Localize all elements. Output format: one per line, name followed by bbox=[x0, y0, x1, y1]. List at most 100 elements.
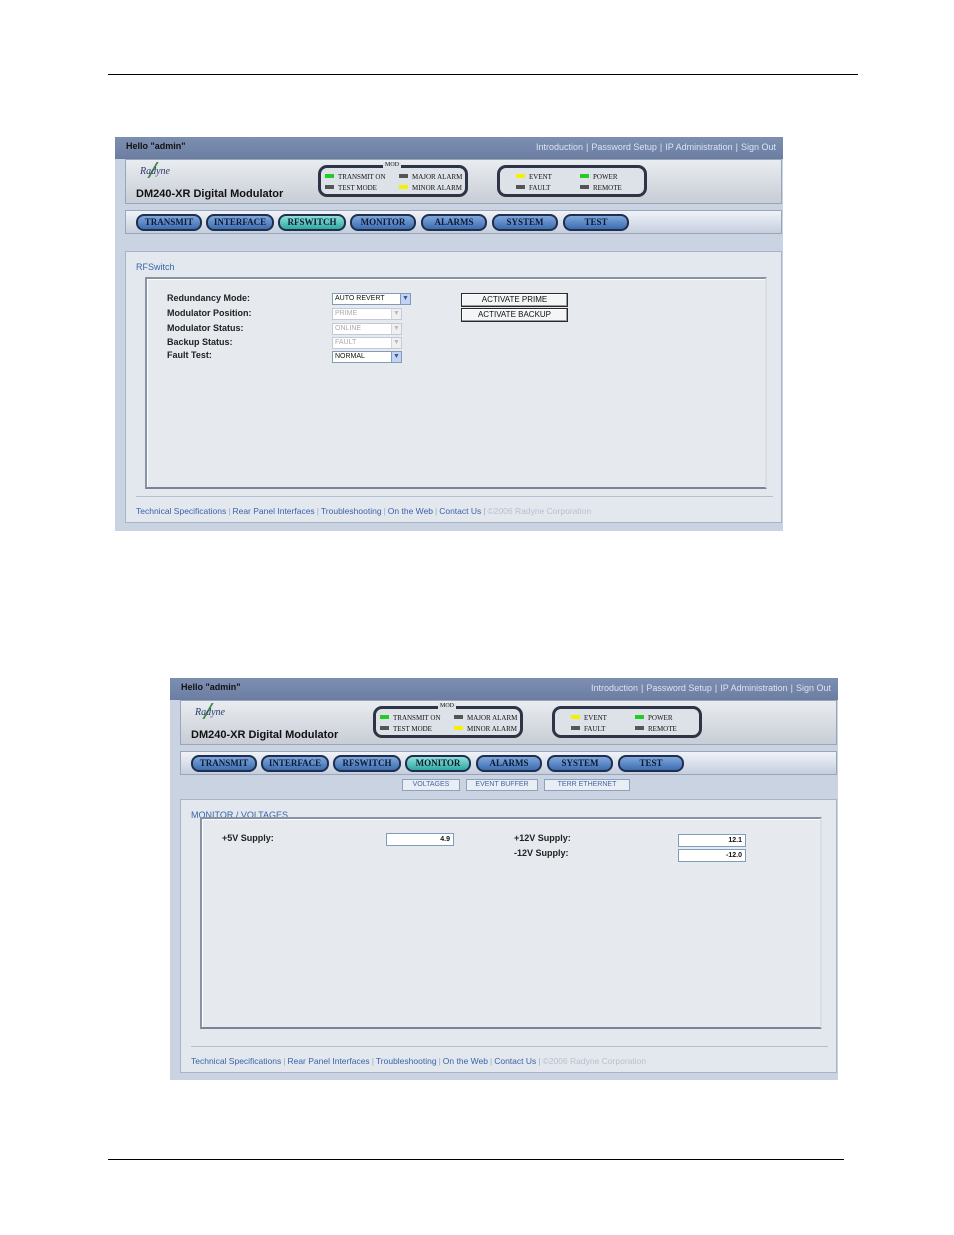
greeting-bar: Hello "admin" Introduction | Password Setu… bbox=[115, 137, 783, 159]
footer-link-troubleshooting[interactable]: Troubleshooting bbox=[376, 1056, 437, 1066]
device-header: Radyne DM240-XR Digital Modulator MOD TR… bbox=[180, 700, 837, 745]
rfswitch-panel: Redundancy Mode: Modulator Position: Mod… bbox=[145, 277, 767, 489]
tab-test[interactable]: TEST bbox=[563, 214, 629, 231]
tab-transmit[interactable]: TRANSMIT bbox=[136, 214, 202, 231]
event-status-panel: EVENT FAULT POWER REMOTE bbox=[497, 165, 647, 197]
link-sign-out[interactable]: Sign Out bbox=[796, 683, 831, 693]
led-fault: FAULT bbox=[571, 725, 605, 733]
tab-monitor[interactable]: MONITOR bbox=[350, 214, 416, 231]
copyright: ©2006 Radyne Corporation bbox=[542, 1056, 647, 1066]
main-nav: TRANSMIT INTERFACE RFSWITCH MONITOR ALAR… bbox=[125, 210, 782, 234]
led-minor-alarm: MINOR ALARM bbox=[399, 184, 462, 192]
monitor-subtabs: VOLTAGES EVENT BUFFER TERR ETHERNET bbox=[170, 779, 838, 791]
tab-monitor[interactable]: MONITOR bbox=[405, 755, 471, 772]
tab-test[interactable]: TEST bbox=[618, 755, 684, 772]
led-event: EVENT bbox=[516, 173, 552, 181]
page-bottom-rule bbox=[108, 1159, 844, 1160]
top-links: Introduction | Password Setup | IP Administr… bbox=[535, 142, 776, 152]
tab-interface[interactable]: INTERFACE bbox=[261, 755, 329, 772]
rfswitch-screenshot: Hello "admin" Introduction | Password Setu… bbox=[115, 137, 783, 531]
breadcrumb: RFSwitch bbox=[136, 262, 175, 272]
link-sign-out[interactable]: Sign Out bbox=[741, 142, 776, 152]
link-password-setup[interactable]: Password Setup bbox=[646, 683, 712, 693]
led-test-mode: TEST MODE bbox=[325, 184, 377, 192]
link-ip-administration[interactable]: IP Administration bbox=[665, 142, 732, 152]
product-name: DM240-XR Digital Modulator bbox=[191, 729, 339, 741]
footer-link-rear-panel-interfaces[interactable]: Rear Panel Interfaces bbox=[232, 506, 314, 516]
footer-link-technical-specifications[interactable]: Technical Specifications bbox=[191, 1056, 281, 1066]
event-status-panel: EVENT FAULT POWER REMOTE bbox=[552, 706, 702, 738]
voltages-panel: +5V Supply: 4.9 +12V Supply: 12.1 -12V S… bbox=[200, 817, 822, 1029]
device-header: Radyne DM240-XR Digital Modulator MOD TR… bbox=[125, 159, 782, 204]
mod-status-panel: MOD TRANSMIT ON TEST MODE MAJOR ALARM MI… bbox=[373, 703, 523, 738]
tab-interface[interactable]: INTERFACE bbox=[206, 214, 274, 231]
footer-link-rear-panel-interfaces[interactable]: Rear Panel Interfaces bbox=[287, 1056, 369, 1066]
backup-status-label: Backup Status: bbox=[167, 337, 233, 347]
content-area: RFSwitch Redundancy Mode: Modulator Posi… bbox=[125, 251, 782, 523]
copyright: ©2006 Radyne Corporation bbox=[487, 506, 592, 516]
led-event: EVENT bbox=[571, 714, 607, 722]
footer-link-technical-specifications[interactable]: Technical Specifications bbox=[136, 506, 226, 516]
link-introduction[interactable]: Introduction bbox=[591, 683, 638, 693]
led-power: POWER bbox=[580, 173, 618, 181]
modulator-position-label: Modulator Position: bbox=[167, 308, 252, 318]
subtab-terr-ethernet[interactable]: TERR ETHERNET bbox=[544, 779, 630, 791]
product-name: DM240-XR Digital Modulator bbox=[136, 188, 284, 200]
top-links: Introduction | Password Setup | IP Administr… bbox=[590, 683, 831, 693]
chevron-down-icon: ▼ bbox=[391, 338, 401, 348]
chevron-down-icon: ▼ bbox=[400, 294, 410, 304]
link-ip-administration[interactable]: IP Administration bbox=[720, 683, 787, 693]
modulator-position-select: PRIME ▼ bbox=[332, 308, 402, 320]
page-top-rule bbox=[108, 74, 858, 75]
footer-link-on-the-web[interactable]: On the Web bbox=[443, 1056, 488, 1066]
footer-divider bbox=[136, 496, 773, 497]
footer-divider bbox=[191, 1046, 828, 1047]
footer-link-contact-us[interactable]: Contact Us bbox=[439, 506, 481, 516]
plus12v-supply-label: +12V Supply: bbox=[514, 833, 571, 843]
led-transmit-on: TRANSMIT ON bbox=[380, 714, 441, 722]
led-test-mode: TEST MODE bbox=[380, 725, 432, 733]
chevron-down-icon: ▼ bbox=[391, 324, 401, 334]
mod-label: MOD bbox=[438, 703, 457, 709]
modulator-status-label: Modulator Status: bbox=[167, 323, 244, 333]
subtab-event-buffer[interactable]: EVENT BUFFER bbox=[466, 779, 538, 791]
footer-links: Technical Specifications | Rear Panel Inte… bbox=[191, 1056, 647, 1066]
led-remote: REMOTE bbox=[635, 725, 677, 733]
led-power: POWER bbox=[635, 714, 673, 722]
content-area: MONITOR / VOLTAGES +5V Supply: 4.9 +12V … bbox=[180, 799, 837, 1073]
minus12v-supply-label: -12V Supply: bbox=[514, 848, 569, 858]
redundancy-mode-select[interactable]: AUTO REVERT ▼ bbox=[332, 293, 411, 305]
tab-rfswitch[interactable]: RFSWITCH bbox=[333, 755, 401, 772]
greeting-text: Hello "admin" bbox=[181, 682, 241, 692]
plus12v-supply-value: 12.1 bbox=[678, 834, 746, 847]
backup-status-select: FAULT ▼ bbox=[332, 337, 402, 349]
tab-system[interactable]: SYSTEM bbox=[547, 755, 613, 772]
tab-alarms[interactable]: ALARMS bbox=[421, 214, 487, 231]
tab-rfswitch[interactable]: RFSWITCH bbox=[278, 214, 346, 231]
footer-link-on-the-web[interactable]: On the Web bbox=[388, 506, 433, 516]
led-fault: FAULT bbox=[516, 184, 550, 192]
logo-text: Radyne bbox=[140, 166, 170, 177]
chevron-down-icon: ▼ bbox=[391, 352, 401, 362]
monitor-voltages-screenshot: Hello "admin" Introduction | Password Setu… bbox=[170, 678, 838, 1080]
tab-transmit[interactable]: TRANSMIT bbox=[191, 755, 257, 772]
fault-test-select[interactable]: NORMAL ▼ bbox=[332, 351, 402, 363]
led-major-alarm: MAJOR ALARM bbox=[399, 173, 462, 181]
tab-system[interactable]: SYSTEM bbox=[492, 214, 558, 231]
footer-links: Technical Specifications | Rear Panel Inte… bbox=[136, 506, 592, 516]
tab-alarms[interactable]: ALARMS bbox=[476, 755, 542, 772]
link-password-setup[interactable]: Password Setup bbox=[591, 142, 657, 152]
logo-text: Radyne bbox=[195, 707, 225, 718]
chevron-down-icon: ▼ bbox=[391, 309, 401, 319]
footer-link-contact-us[interactable]: Contact Us bbox=[494, 1056, 536, 1066]
subtab-voltages[interactable]: VOLTAGES bbox=[402, 779, 460, 791]
led-remote: REMOTE bbox=[580, 184, 622, 192]
activate-backup-button[interactable]: ACTIVATE BACKUP bbox=[461, 308, 568, 322]
mod-status-panel: MOD TRANSMIT ON TEST MODE MAJOR ALARM MI… bbox=[318, 162, 468, 197]
footer-link-troubleshooting[interactable]: Troubleshooting bbox=[321, 506, 382, 516]
plus5v-supply-value: 4.9 bbox=[386, 833, 454, 846]
link-introduction[interactable]: Introduction bbox=[536, 142, 583, 152]
redundancy-mode-label: Redundancy Mode: bbox=[167, 293, 251, 303]
minus12v-supply-value: -12.0 bbox=[678, 849, 746, 862]
activate-prime-button[interactable]: ACTIVATE PRIME bbox=[461, 293, 568, 307]
